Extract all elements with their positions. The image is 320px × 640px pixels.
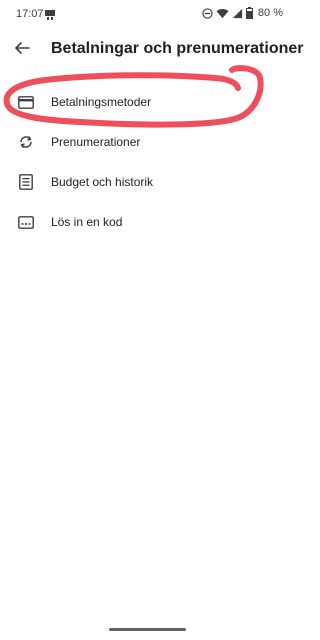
dnd-icon [202,7,213,19]
battery-percentage: 80 % [257,7,283,19]
status-icons: 80 % [202,7,283,19]
menu-label-budget-history: Budget och historik [51,175,154,189]
menu-label-subscriptions: Prenumerationer [51,135,141,149]
status-time: 17:07 [16,8,44,20]
redeem-code-icon [17,213,35,231]
menu-label-payment-methods: Betalningsmetoder [51,95,152,109]
app-bar: Betalningar och prenumerationer [0,30,304,70]
menu-label-redeem-code: Lös in en kod [51,215,123,229]
payments-menu: Betalningsmetoder Prenumerationer Budget… [0,82,295,242]
status-bar: 17:07 80 % [0,0,295,30]
back-button[interactable] [8,36,36,64]
page-title: Betalningar och prenumerationer [51,40,304,57]
menu-item-budget-history[interactable]: Budget och historik [0,162,295,202]
battery-icon [245,7,253,19]
menu-item-payment-methods[interactable]: Betalningsmetoder [0,82,295,122]
signal-icon [232,8,243,19]
arrow-left-icon [14,40,30,61]
credit-card-icon [17,93,35,111]
menu-item-subscriptions[interactable]: Prenumerationer [0,122,295,162]
notification-icon [44,8,56,20]
menu-item-redeem-code[interactable]: Lös in en kod [0,202,295,242]
sync-icon [17,133,35,151]
list-document-icon [17,173,35,191]
wifi-icon [216,8,229,19]
gesture-navigation-bar[interactable] [109,628,186,631]
